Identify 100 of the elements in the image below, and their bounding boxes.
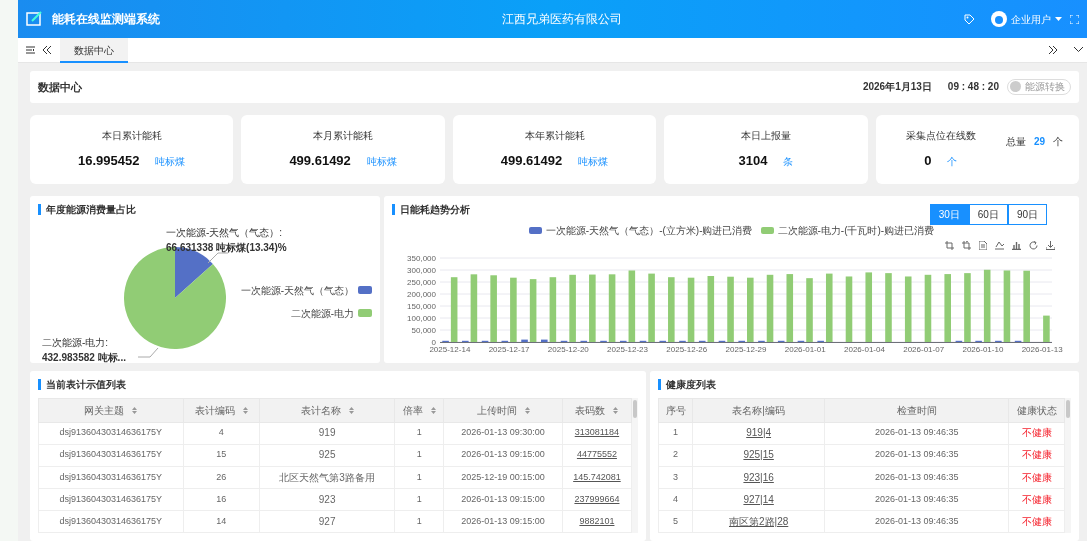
table-cell: 1 (416, 515, 422, 526)
x-tick-label: 2025-12-23 (607, 344, 648, 354)
table-cell: 923 (318, 493, 336, 505)
callout-label: 二次能源-电力: (42, 335, 110, 350)
status-text: 不健康 (1021, 449, 1052, 461)
meter-link[interactable]: 919|4 (746, 427, 772, 439)
table-cell: 2026-01-13 09:46:35 (874, 515, 959, 526)
kpi-label: 本日上报量 (740, 129, 791, 144)
kpi-unit: 吨标煤 (155, 155, 186, 170)
status-text: 不健康 (1021, 493, 1052, 505)
kpi-unit: 个 (947, 155, 958, 170)
callout-value: 432.983582 吨标... (42, 350, 126, 365)
table-cell: 1 (673, 427, 678, 438)
kpi-value: 3104 (738, 152, 768, 171)
kpi-label: 本年累计能耗 (524, 129, 585, 144)
column-header: 健康状态 (1016, 405, 1057, 416)
table-cell: 2026-01-13 09:46:35 (874, 427, 959, 438)
y-tick-label: 200,000 (407, 289, 436, 299)
legend-label: 一次能源-天然气（气态） (240, 283, 354, 298)
table-cell: 2 (673, 449, 678, 460)
x-tick-label: 2026-01-13 (1021, 344, 1063, 354)
status-text: 不健康 (1021, 427, 1052, 439)
y-tick-label: 300,000 (407, 265, 436, 275)
column-header: 表名称|编码 (732, 405, 785, 416)
table-cell: dsj91360430314636175Y (59, 427, 163, 438)
column-header: 上传时间 (476, 404, 517, 418)
table-cell: dsj91360430314636175Y (59, 471, 163, 482)
table-cell: 2026-01-13 09:46:35 (874, 493, 959, 504)
table-cell: 2026-01-13 09:46:35 (874, 471, 959, 482)
y-tick-label: 150,000 (407, 301, 436, 311)
total-label: 总量 (1005, 134, 1026, 149)
meter-link[interactable]: 925|15 (743, 449, 774, 461)
column-header: 表计名称 (300, 404, 341, 418)
kpi-unit: 吨标煤 (366, 155, 397, 170)
x-tick-label: 2025-12-17 (488, 344, 530, 354)
x-tick-label: 2026-01-04 (844, 344, 885, 354)
panel-title: 日能耗趋势分析 (392, 203, 470, 215)
clock-text: 09 : 48 : 20 (947, 80, 999, 95)
x-tick-label: 2026-01-07 (903, 344, 945, 354)
table-cell: dsj91360430314636175Y (59, 493, 163, 504)
table-cell: 4 (218, 427, 224, 438)
column-header: 表计编码 (194, 404, 235, 418)
column-header: 表码数 (575, 404, 606, 418)
x-tick-label: 2025-12-29 (725, 344, 767, 354)
page-title: 数据中心 (38, 79, 82, 95)
table-cell: 1 (416, 449, 422, 460)
range-button[interactable]: 60日 (968, 203, 1008, 225)
column-header: 倍率 (402, 404, 423, 418)
range-button[interactable]: 90日 (1007, 203, 1047, 225)
table-cell: 2026-01-13 09:15:00 (461, 493, 545, 504)
y-tick-label: 50,000 (411, 325, 436, 335)
table-cell: 2026-01-13 09:15:00 (461, 515, 545, 526)
x-tick-label: 2025-12-20 (547, 344, 589, 354)
table-cell: 2026-01-13 09:15:00 (461, 449, 545, 460)
date-text: 2026年1月13日 (862, 80, 932, 95)
table-cell: 14 (216, 515, 227, 526)
table-cell: dsj91360430314636175Y (59, 449, 163, 460)
table-cell: 919 (318, 427, 336, 439)
table-cell: 4 (673, 493, 678, 504)
column-header: 网关主题 (84, 404, 125, 418)
callout-value: 66.631338 吨标煤(13.34)% (166, 240, 287, 255)
column-header: 序号 (665, 405, 686, 416)
legend-label: 二次能源-电力-(千瓦时)-购进已消费 (777, 223, 935, 238)
column-header: 检查时间 (896, 405, 937, 416)
table-cell: 2026-01-13 09:30:00 (461, 427, 545, 438)
callout-label: 一次能源-天然气（气态）: (166, 225, 284, 240)
y-tick-label: 350,000 (407, 253, 436, 263)
table-cell: 北区天然气第3路备用 (279, 471, 375, 483)
total-value: 29 (1033, 134, 1046, 149)
app-title: 能耗在线监测端系统 (52, 11, 160, 28)
status-text: 不健康 (1021, 515, 1052, 527)
table-cell: 1 (416, 427, 422, 438)
page-tab[interactable]: 数据中心 (60, 37, 128, 63)
table-cell: 5 (673, 515, 678, 526)
table-cell: dsj91360430314636175Y (59, 515, 163, 526)
panel-title: 当前表计示值列表 (38, 379, 638, 391)
kpi-label: 本日累计能耗 (101, 129, 162, 144)
x-tick-label: 2026-01-01 (784, 344, 826, 354)
kpi-value: 499.61492 (289, 152, 351, 171)
kpi-label: 采集点位在线数 (905, 129, 976, 144)
table-cell: 1 (416, 471, 422, 482)
meter-link[interactable]: 923|16 (743, 471, 774, 483)
x-tick-label: 2026-01-10 (962, 344, 1004, 354)
kpi-label: 本月累计能耗 (313, 129, 374, 144)
x-tick-label: 2025-12-14 (429, 344, 471, 354)
kpi-unit: 吨标煤 (578, 155, 609, 170)
kpi-value: 0 (924, 152, 932, 171)
table-cell: 1 (416, 493, 422, 504)
table-cell: 2026-01-13 09:46:35 (874, 449, 959, 460)
table-cell: 925 (318, 449, 336, 461)
table-cell: 16 (216, 493, 227, 504)
table-cell: 2025-12-19 00:15:00 (461, 471, 545, 482)
panel-title: 健康度列表 (658, 379, 1071, 391)
legend-label: 二次能源-电力 (290, 306, 354, 321)
table-cell: 3 (673, 471, 678, 482)
meter-link[interactable]: 927|14 (743, 493, 774, 505)
y-tick-label: 0 (431, 337, 436, 347)
table-cell: 15 (216, 449, 227, 460)
status-text: 不健康 (1021, 471, 1052, 483)
kpi-value: 16.995452 (77, 152, 140, 171)
